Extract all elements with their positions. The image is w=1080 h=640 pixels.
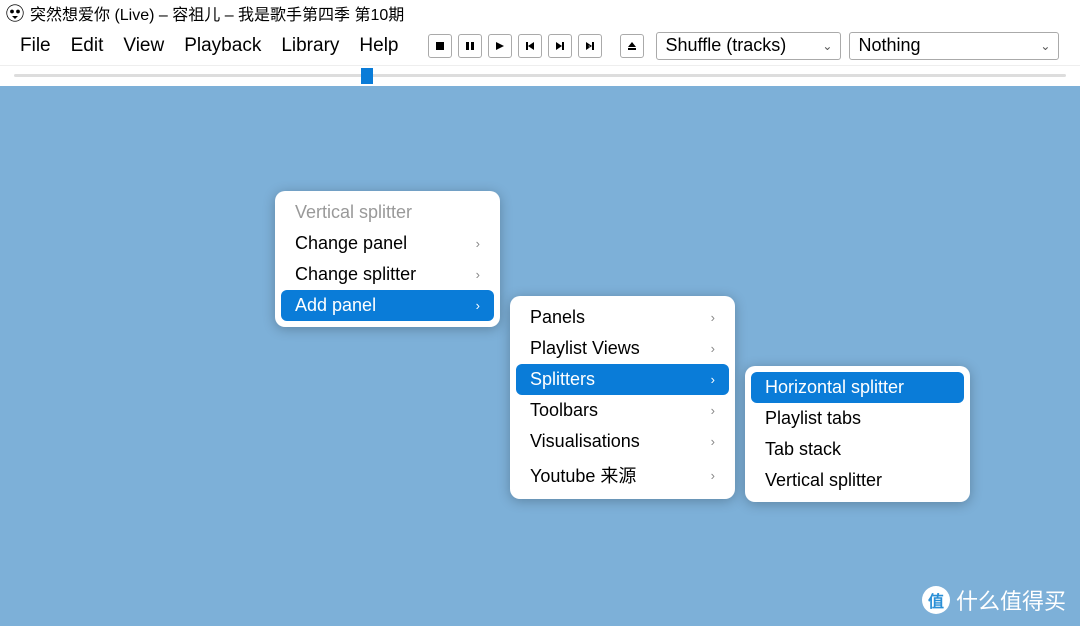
- menu-help[interactable]: Help: [349, 31, 408, 61]
- menu-playback[interactable]: Playback: [174, 31, 271, 61]
- play-button[interactable]: [488, 34, 512, 58]
- cm-toolbars[interactable]: Toolbars ›: [516, 395, 729, 426]
- prev-button[interactable]: [518, 34, 542, 58]
- cm-splitters[interactable]: Splitters ›: [516, 364, 729, 395]
- chevron-down-icon: ⌄: [1040, 39, 1050, 53]
- toolbar-dropdowns: Shuffle (tracks) ⌄ Nothing ⌄: [656, 32, 1059, 60]
- chevron-right-icon: ›: [711, 372, 715, 387]
- seek-thumb[interactable]: [361, 68, 373, 84]
- pause-button[interactable]: [458, 34, 482, 58]
- chevron-right-icon: ›: [476, 236, 480, 251]
- chevron-right-icon: ›: [476, 298, 480, 313]
- chevron-right-icon: ›: [711, 341, 715, 356]
- chevron-right-icon: ›: [476, 267, 480, 282]
- chevron-right-icon: ›: [711, 468, 715, 483]
- app-window: 突然想爱你 (Live) – 容祖儿 – 我是歌手第四季 第10期 File E…: [0, 0, 1080, 640]
- context-menu-header: Vertical splitter: [281, 197, 494, 228]
- menu-edit[interactable]: Edit: [61, 31, 114, 61]
- titlebar: 突然想爱你 (Live) – 容祖儿 – 我是歌手第四季 第10期: [0, 0, 1080, 26]
- chevron-right-icon: ›: [711, 403, 715, 418]
- watermark-badge: 值: [922, 586, 950, 614]
- order-label: Nothing: [858, 35, 920, 56]
- cm-horizontal-splitter[interactable]: Horizontal splitter: [751, 372, 964, 403]
- shuffle-label: Shuffle (tracks): [665, 35, 786, 56]
- order-dropdown[interactable]: Nothing ⌄: [849, 32, 1059, 60]
- content-area[interactable]: Vertical splitter Change panel › Change …: [0, 86, 1080, 626]
- cm-panels[interactable]: Panels ›: [516, 302, 729, 333]
- cm-change-panel[interactable]: Change panel ›: [281, 228, 494, 259]
- menu-library[interactable]: Library: [271, 31, 349, 61]
- context-menu-root: Vertical splitter Change panel › Change …: [275, 191, 500, 327]
- menubar: File Edit View Playback Library Help ? S…: [0, 26, 1080, 66]
- chevron-right-icon: ›: [711, 310, 715, 325]
- shuffle-dropdown[interactable]: Shuffle (tracks) ⌄: [656, 32, 841, 60]
- chevron-down-icon: ⌄: [822, 39, 832, 53]
- chevron-right-icon: ›: [711, 434, 715, 449]
- random-button[interactable]: ?: [578, 34, 602, 58]
- watermark: 值 什么值得买: [922, 584, 1066, 616]
- window-title: 突然想爱你 (Live) – 容祖儿 – 我是歌手第四季 第10期: [30, 1, 404, 25]
- eject-button[interactable]: [620, 34, 644, 58]
- cm-visualisations[interactable]: Visualisations ›: [516, 426, 729, 457]
- context-submenu-splitters: Horizontal splitter Playlist tabs Tab st…: [745, 366, 970, 502]
- seek-track: [14, 74, 1066, 77]
- context-submenu-add-panel: Panels › Playlist Views › Splitters › To…: [510, 296, 735, 499]
- app-icon: [6, 4, 24, 22]
- menu-view[interactable]: View: [113, 31, 174, 61]
- cm-add-panel[interactable]: Add panel ›: [281, 290, 494, 321]
- cm-playlist-views[interactable]: Playlist Views ›: [516, 333, 729, 364]
- cm-change-splitter[interactable]: Change splitter ›: [281, 259, 494, 290]
- stop-button[interactable]: [428, 34, 452, 58]
- menu-file[interactable]: File: [10, 31, 61, 61]
- playback-controls: ?: [428, 34, 644, 58]
- cm-vertical-splitter[interactable]: Vertical splitter: [751, 465, 964, 496]
- next-button[interactable]: [548, 34, 572, 58]
- cm-tab-stack[interactable]: Tab stack: [751, 434, 964, 465]
- cm-youtube-source[interactable]: Youtube 来源 ›: [516, 457, 729, 493]
- watermark-text: 什么值得买: [956, 584, 1066, 616]
- seekbar[interactable]: [0, 66, 1080, 86]
- cm-playlist-tabs[interactable]: Playlist tabs: [751, 403, 964, 434]
